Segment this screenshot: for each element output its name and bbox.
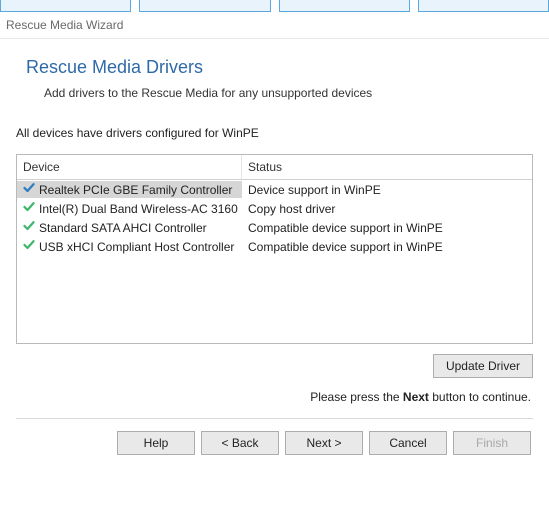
driver-status-summary: All devices have drivers configured for … [16,126,533,140]
device-name: USB xHCI Compliant Host Controller [39,240,234,254]
status-text: Device support in WinPE [248,183,381,197]
device-cell: Intel(R) Dual Band Wireless-AC 3160 [17,200,242,217]
status-cell: Compatible device support in WinPE [242,219,532,236]
table-header: Device Status [17,155,532,180]
table-row[interactable]: USB xHCI Compliant Host Controller Compat… [17,237,532,256]
column-header-device[interactable]: Device [17,155,242,179]
table-row[interactable]: Intel(R) Dual Band Wireless-AC 3160 Copy … [17,199,532,218]
device-name: Standard SATA AHCI Controller [39,221,207,235]
device-cell: USB xHCI Compliant Host Controller [17,238,242,255]
window-tabstrip [0,0,549,14]
status-cell: Compatible device support in WinPE [242,238,532,255]
hint-post: button to continue. [429,390,531,404]
device-name: Intel(R) Dual Band Wireless-AC 3160 [39,202,238,216]
device-name: Realtek PCIe GBE Family Controller [39,183,232,197]
help-button[interactable]: Help [117,431,195,455]
window-tab[interactable] [279,0,410,12]
hint-pre: Please press the [310,390,403,404]
status-text: Compatible device support in WinPE [248,221,443,235]
window-tab[interactable] [139,0,270,12]
page-title: Rescue Media Drivers [26,57,523,78]
wizard-button-row: Help < Back Next > Cancel Finish [16,431,533,455]
finish-button[interactable]: Finish [453,431,531,455]
cancel-button[interactable]: Cancel [369,431,447,455]
table-row[interactable]: Realtek PCIe GBE Family Controller Device… [17,180,532,199]
back-button[interactable]: < Back [201,431,279,455]
hint-bold: Next [403,390,429,404]
check-icon [23,182,35,197]
column-header-status[interactable]: Status [242,155,532,179]
page-subtitle: Add drivers to the Rescue Media for any … [26,86,523,100]
status-cell: Device support in WinPE [242,181,532,198]
window-tab[interactable] [0,0,131,12]
wizard-header: Rescue Media Drivers Add drivers to the … [0,39,549,110]
check-icon [23,220,35,235]
window-tab[interactable] [418,0,549,12]
status-text: Compatible device support in WinPE [248,240,443,254]
device-cell: Realtek PCIe GBE Family Controller [17,181,242,198]
next-button[interactable]: Next > [285,431,363,455]
check-icon [23,239,35,254]
status-cell: Copy host driver [242,200,532,217]
check-icon [23,201,35,216]
update-driver-button[interactable]: Update Driver [433,354,533,378]
device-cell: Standard SATA AHCI Controller [17,219,242,236]
divider [16,418,533,419]
table-row[interactable]: Standard SATA AHCI Controller Compatible … [17,218,532,237]
wizard-hint: Please press the Next button to continue… [16,382,533,414]
window-title: Rescue Media Wizard [0,14,549,39]
device-table[interactable]: Device Status Realtek PCIe GBE Family Co… [16,154,533,344]
status-text: Copy host driver [248,202,335,216]
